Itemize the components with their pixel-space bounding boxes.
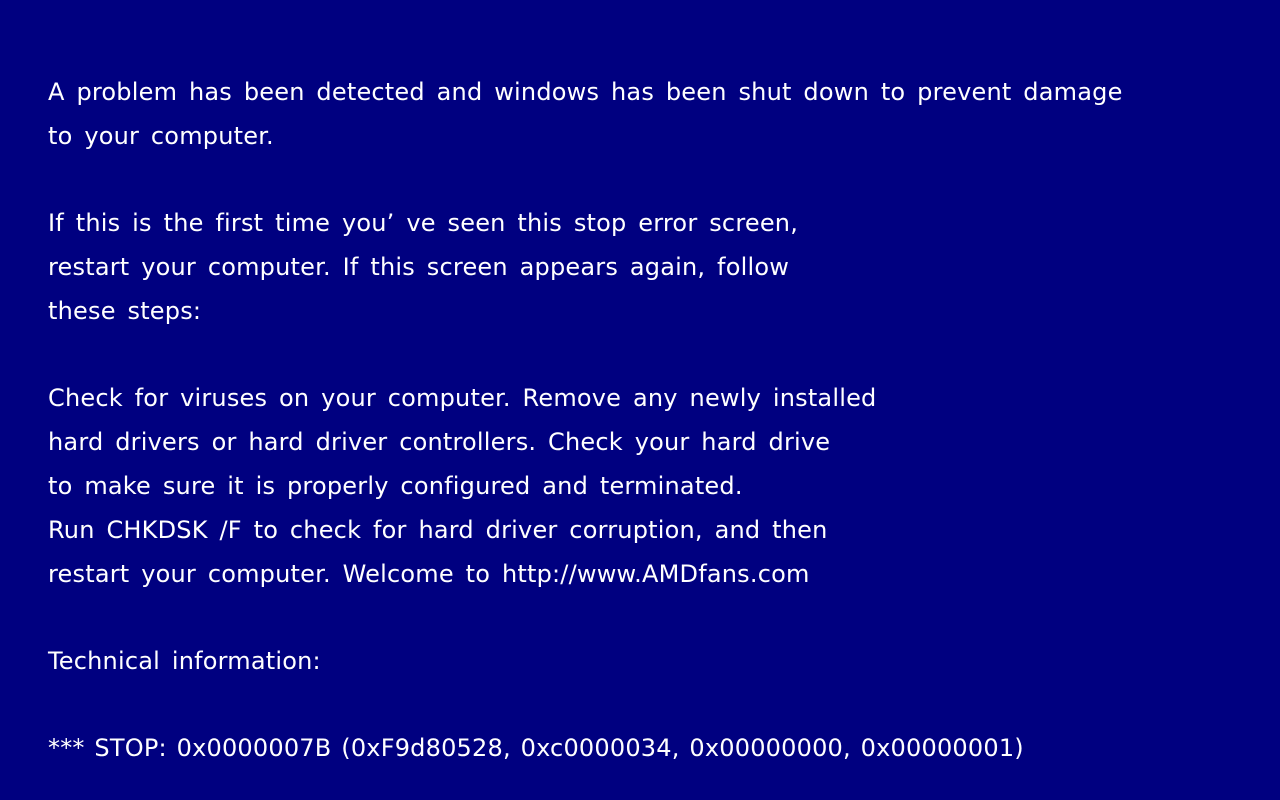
step-line: Run CHKDSK /F to check for hard driver c… <box>48 516 828 544</box>
step-line: hard drivers or hard driver controllers.… <box>48 428 831 456</box>
troubleshooting-steps: Check for viruses on your computer. Remo… <box>48 376 1280 596</box>
first-time-message: If this is the first time you’ ve seen t… <box>48 201 1280 333</box>
step-line: Check for viruses on your computer. Remo… <box>48 384 877 412</box>
first-time-line: these steps: <box>48 297 202 325</box>
technical-information: Technical information: <box>48 639 1280 683</box>
step-line: to make sure it is properly configured a… <box>48 472 743 500</box>
intro-message: A problem has been detected and windows … <box>48 70 1280 158</box>
intro-line: A problem has been detected and windows … <box>48 78 1123 106</box>
first-time-line: restart your computer. If this screen ap… <box>48 253 790 281</box>
bsod-screen: A problem has been detected and windows … <box>0 0 1280 800</box>
intro-line: to your computer. <box>48 122 274 150</box>
step-line: restart your computer. Welcome to http:/… <box>48 560 810 588</box>
first-time-line: If this is the first time you’ ve seen t… <box>48 209 799 237</box>
technical-heading: Technical information: <box>48 647 321 675</box>
stop-error: *** STOP: 0x0000007B (0xF9d80528, 0xc000… <box>48 726 1280 770</box>
stop-code: *** STOP: 0x0000007B (0xF9d80528, 0xc000… <box>48 734 1024 762</box>
